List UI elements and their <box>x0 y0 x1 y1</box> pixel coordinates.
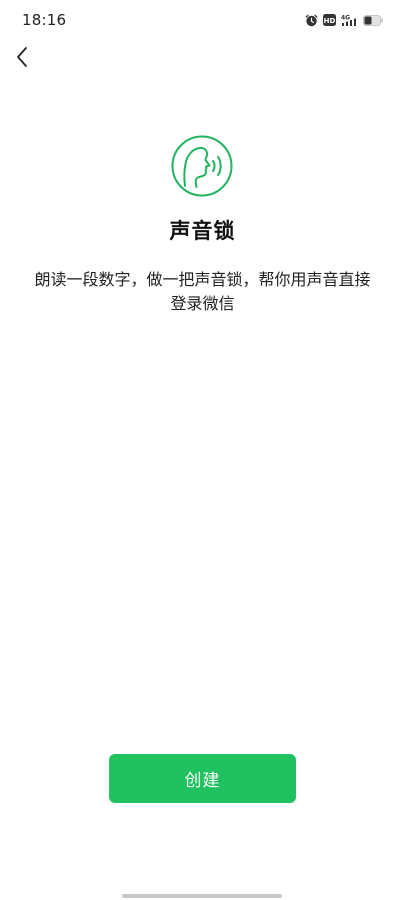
status-icons: HD 4G <box>305 13 383 27</box>
status-time: 18:16 <box>22 11 67 29</box>
4g-signal-icon: 4G <box>341 14 358 27</box>
status-bar: 18:16 HD 4G <box>0 0 405 40</box>
back-button[interactable] <box>8 44 36 74</box>
create-button[interactable]: 创建 <box>109 754 296 803</box>
alarm-icon <box>305 14 318 27</box>
chevron-left-icon <box>15 46 29 72</box>
svg-text:HD: HD <box>324 17 336 25</box>
battery-icon <box>363 14 383 26</box>
home-indicator[interactable] <box>122 894 282 898</box>
page-title: 声音锁 <box>169 219 236 243</box>
hd-icon: HD <box>323 14 336 26</box>
description-text: 朗读一段数字，做一把声音锁，帮你用声音直接登录微信 <box>34 270 371 313</box>
voice-face-icon <box>171 135 233 197</box>
svg-text:4G: 4G <box>341 14 350 21</box>
